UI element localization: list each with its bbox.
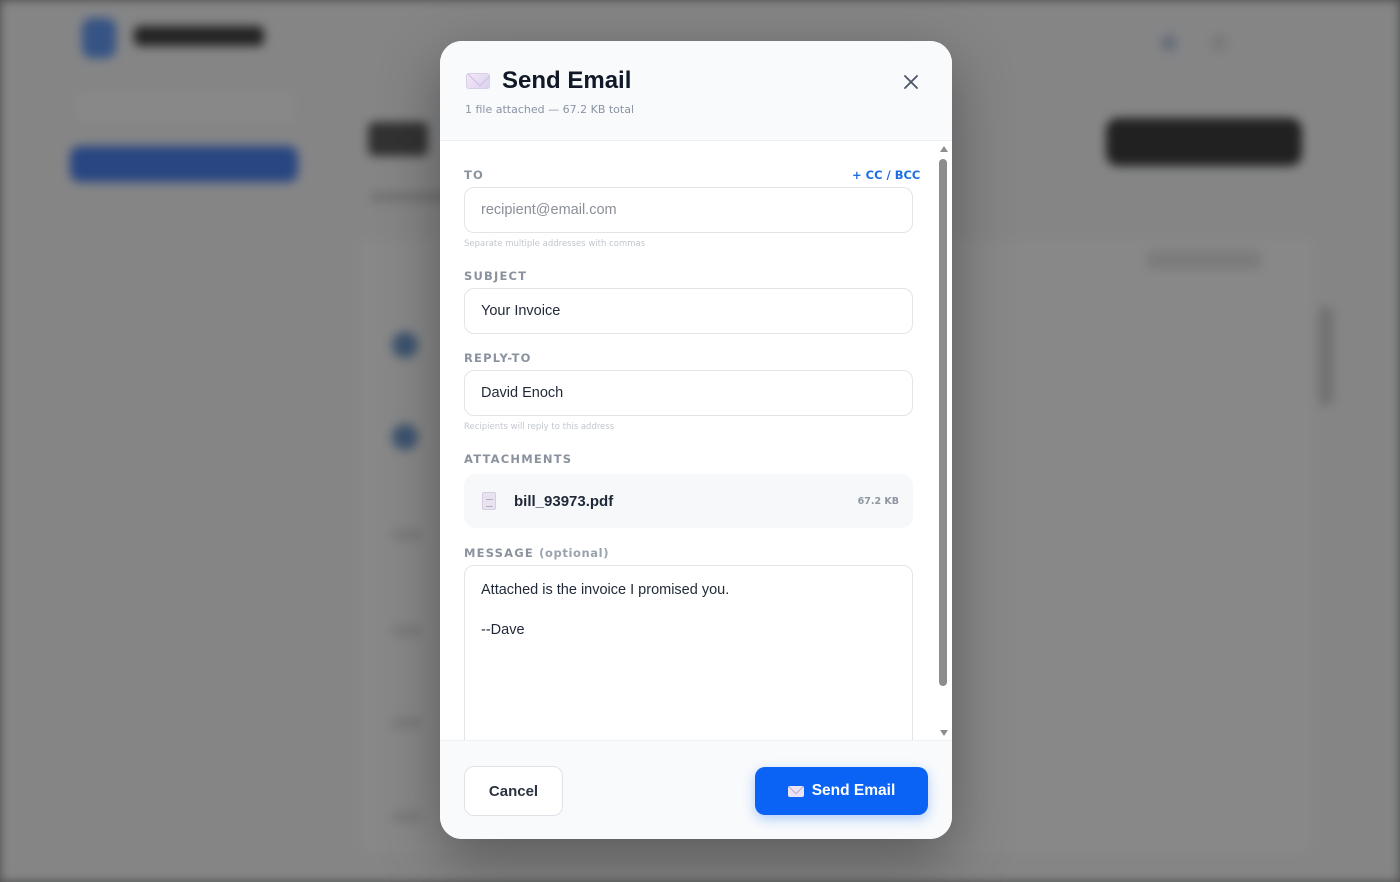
message-label-optional: (optional) (539, 546, 610, 560)
message-textarea[interactable]: Attached is the invoice I promised you. … (464, 565, 913, 740)
to-input[interactable]: recipient@email.com (464, 187, 913, 233)
envelope-icon (466, 73, 490, 89)
to-label: TO (464, 168, 485, 182)
subject-input[interactable]: Your Invoice (464, 288, 913, 334)
subject-value: Your Invoice (481, 303, 561, 319)
dialog-footer: Cancel Send Email (440, 740, 952, 839)
send-email-dialog: Send Email 1 file attached — 67.2 KB tot… (440, 41, 952, 839)
dialog-title: Send Email (502, 67, 632, 94)
dialog-subtitle: 1 file attached — 67.2 KB total (465, 103, 635, 116)
reply-to-input[interactable]: David Enoch (464, 370, 913, 416)
dialog-scrollbar[interactable] (938, 146, 950, 736)
send-email-button[interactable]: Send Email (755, 767, 928, 815)
to-placeholder: recipient@email.com (481, 202, 617, 218)
envelope-icon (787, 785, 804, 797)
subject-label: SUBJECT (464, 269, 528, 283)
reply-to-value: David Enoch (481, 385, 564, 401)
to-hint: Separate multiple addresses with commas (464, 239, 646, 249)
attachment-size: 67.2 KB (857, 495, 899, 507)
dialog-title-row: Send Email (466, 67, 631, 95)
scroll-up-arrow-icon[interactable] (940, 146, 948, 152)
cc-bcc-link[interactable]: + CC / BCC (852, 168, 920, 182)
reply-to-hint: Recipients will reply to this address (464, 422, 615, 432)
scroll-thumb[interactable] (939, 159, 947, 686)
close-button[interactable] (898, 69, 924, 95)
dialog-body: TO + CC / BCC recipient@email.com Separa… (440, 142, 952, 740)
send-email-label: Send Email (811, 782, 896, 799)
message-label: MESSAGE (optional) (464, 546, 609, 560)
reply-to-label: REPLY-TO (464, 351, 532, 365)
file-icon (482, 492, 496, 510)
scroll-down-arrow-icon[interactable] (940, 730, 948, 736)
attachment-name: bill_93973.pdf (514, 492, 614, 510)
close-icon (904, 75, 918, 89)
dialog-header: Send Email 1 file attached — 67.2 KB tot… (440, 41, 952, 141)
attachments-label: ATTACHMENTS (464, 452, 573, 466)
cancel-button[interactable]: Cancel (464, 766, 563, 816)
message-label-text: MESSAGE (464, 546, 534, 560)
attachment-item[interactable]: bill_93973.pdf 67.2 KB (464, 474, 913, 528)
